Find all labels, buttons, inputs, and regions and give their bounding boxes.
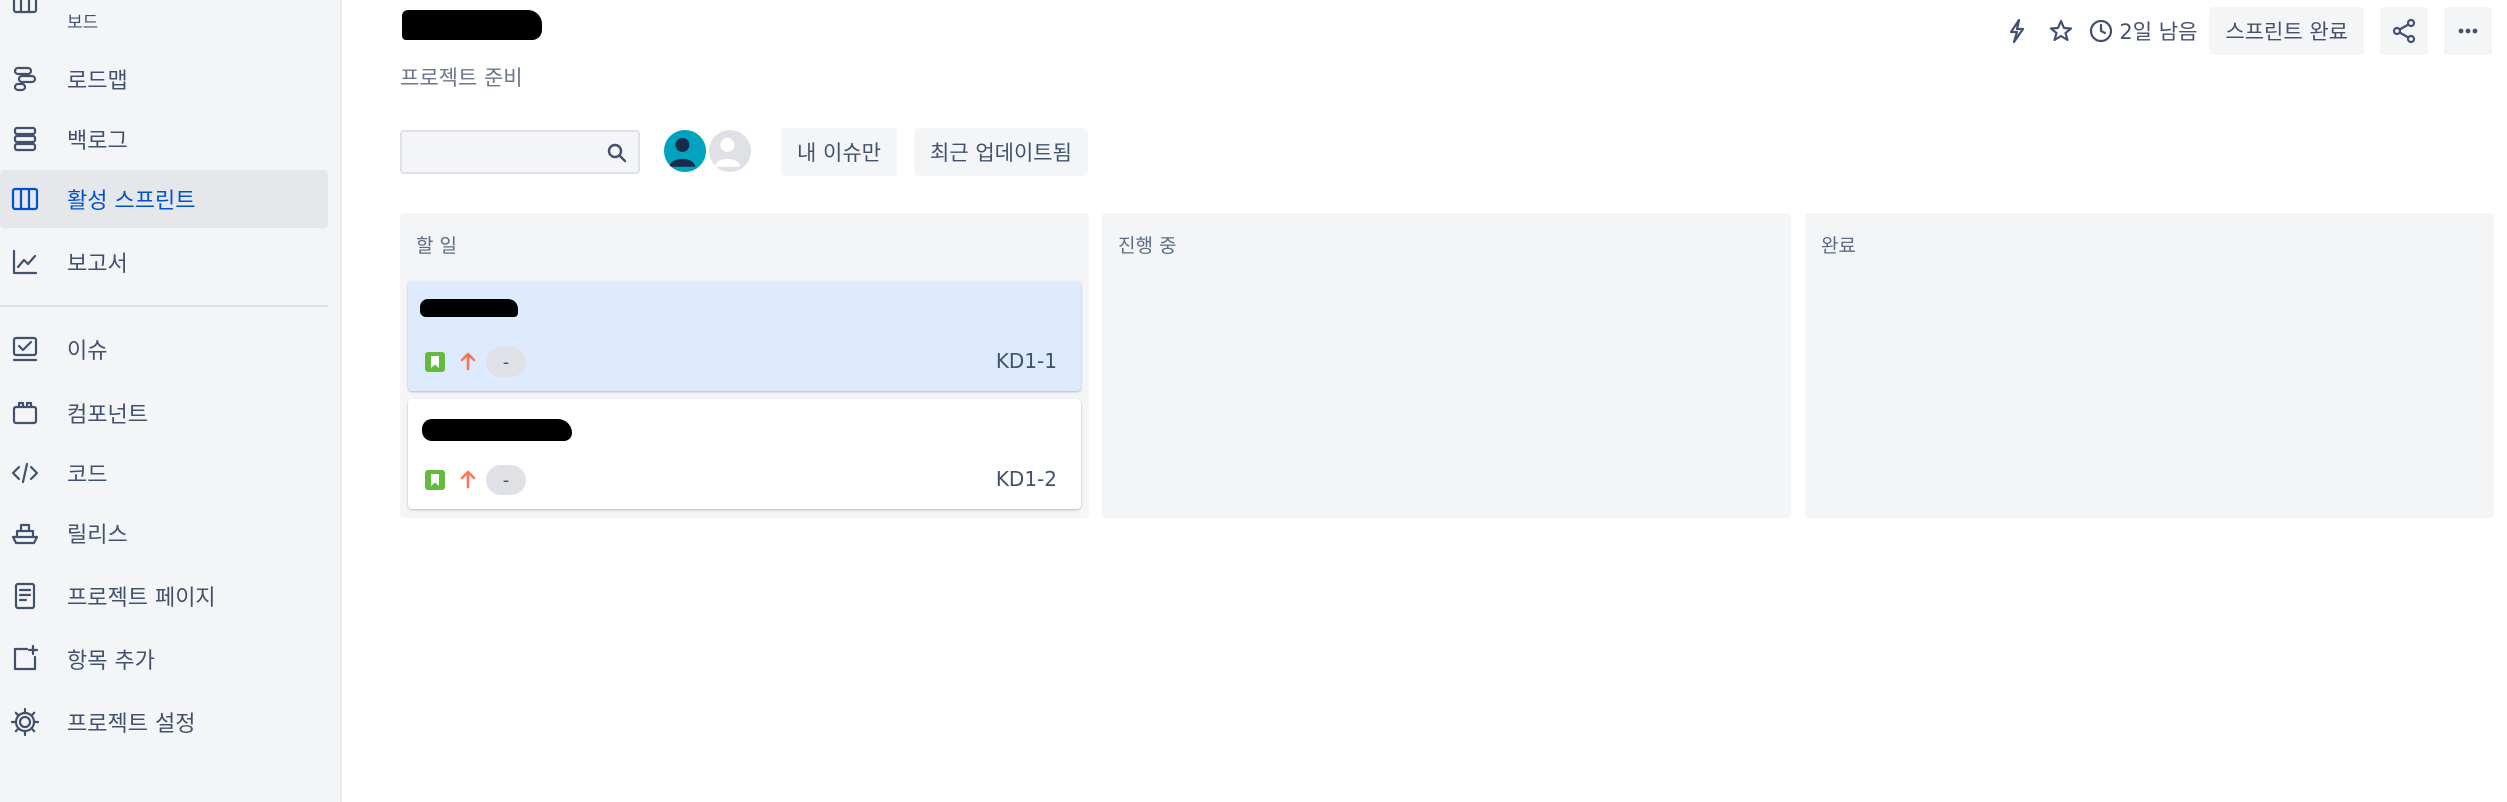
sidebar-item-label: 릴리스 xyxy=(67,523,128,548)
board-column-todo: 할 일 - KD1-1 - KD1-2 xyxy=(400,213,1089,518)
backlog-icon xyxy=(8,122,42,156)
sidebar-item-label: 코드 xyxy=(67,463,108,488)
column-title: 할 일 xyxy=(416,235,457,257)
story-icon xyxy=(425,352,445,372)
sidebar-item-label: 항목 추가 xyxy=(67,649,155,674)
filter-recently-updated-button[interactable]: 최근 업데이트됨 xyxy=(914,128,1088,176)
issues-icon xyxy=(8,332,42,366)
complete-sprint-button[interactable]: 스프린트 완료 xyxy=(2209,7,2364,55)
component-icon xyxy=(8,396,42,430)
sidebar-item-label: 컴포넌트 xyxy=(67,403,148,428)
sidebar-item-project-settings[interactable]: 프로젝트 설정 xyxy=(0,693,328,751)
sidebar-item-code[interactable]: 코드 xyxy=(0,444,328,502)
clock-icon xyxy=(2083,10,2119,52)
sidebar-divider xyxy=(0,305,328,307)
chart-line-icon xyxy=(8,245,42,279)
column-title: 진행 중 xyxy=(1118,235,1177,257)
sidebar: 보드 로드맵 백로그 활성 스프린트 보고서 이슈 컴포넌트 코드 릴리스 프로… xyxy=(0,0,342,802)
priority-high-icon xyxy=(457,467,479,491)
sprint-time-remaining: 2일 남음 xyxy=(2119,20,2198,44)
sidebar-item-label: 프로젝트 설정 xyxy=(67,712,196,737)
board-icon xyxy=(8,0,42,25)
board-column-in-progress: 진행 중 xyxy=(1102,213,1791,518)
star-icon[interactable] xyxy=(2039,10,2083,52)
page-icon xyxy=(8,579,42,613)
search-field xyxy=(400,130,640,174)
story-icon xyxy=(425,470,445,490)
ship-icon xyxy=(8,516,42,550)
issue-summary-redacted xyxy=(420,299,518,317)
avatar-unassigned[interactable] xyxy=(706,127,754,175)
page-title-redacted xyxy=(402,10,542,40)
board-column-done: 완료 xyxy=(1805,213,2494,518)
sidebar-item-label: 백로그 xyxy=(67,129,128,154)
share-button[interactable] xyxy=(2380,7,2428,55)
search-input[interactable] xyxy=(402,132,604,174)
main-content: 프로젝트 준비 2일 남음 스프린트 완료 내 이슈만 최근 업데이트됨 할 일… xyxy=(342,0,2507,802)
header-toolbar: 2일 남음 스프린트 완료 xyxy=(1995,7,2492,55)
more-actions-button[interactable] xyxy=(2444,7,2492,55)
sidebar-item-backlog[interactable]: 백로그 xyxy=(0,110,328,168)
sidebar-item-issues[interactable]: 이슈 xyxy=(0,320,328,378)
share-icon xyxy=(2392,18,2416,44)
issue-card[interactable]: - KD1-1 xyxy=(408,281,1081,391)
chevron-down-icon[interactable] xyxy=(292,0,312,4)
sidebar-item-label: 보고서 xyxy=(67,252,128,277)
automation-lightning-icon[interactable] xyxy=(1995,10,2039,52)
issue-card[interactable]: - KD1-2 xyxy=(408,399,1081,509)
issue-summary-redacted xyxy=(422,419,572,441)
avatar-user-1[interactable] xyxy=(661,127,709,175)
sidebar-item-label: 이슈 xyxy=(67,339,108,364)
gear-icon xyxy=(8,705,42,739)
sidebar-item-board[interactable]: 보드 xyxy=(0,0,328,33)
sidebar-item-project-pages[interactable]: 프로젝트 페이지 xyxy=(0,567,328,625)
board-columns-icon xyxy=(8,182,42,216)
sidebar-item-label: 프로젝트 페이지 xyxy=(67,586,216,611)
search-icon xyxy=(607,143,627,163)
filter-my-issues-button[interactable]: 내 이슈만 xyxy=(781,128,897,176)
roadmap-icon xyxy=(8,62,42,96)
sidebar-item-active-sprint[interactable]: 활성 스프린트 xyxy=(0,170,328,228)
sidebar-item-add-item[interactable]: 항목 추가 xyxy=(0,630,328,688)
sidebar-item-label: 활성 스프린트 xyxy=(67,189,196,214)
code-icon xyxy=(8,456,42,490)
sidebar-item-roadmap[interactable]: 로드맵 xyxy=(0,50,328,108)
story-point-estimate-badge: - xyxy=(486,347,526,377)
ellipsis-icon xyxy=(2458,28,2478,34)
story-point-estimate-badge: - xyxy=(486,465,526,495)
sidebar-item-label: 보드 xyxy=(67,13,99,33)
add-item-icon xyxy=(8,642,42,676)
sidebar-item-label: 로드맵 xyxy=(67,69,128,94)
column-title: 완료 xyxy=(1821,235,1856,257)
sidebar-item-releases[interactable]: 릴리스 xyxy=(0,504,328,562)
issue-key[interactable]: KD1-1 xyxy=(996,349,1057,373)
sidebar-item-components[interactable]: 컴포넌트 xyxy=(0,384,328,442)
priority-high-icon xyxy=(457,349,479,373)
page-subtitle: 프로젝트 준비 xyxy=(400,66,523,90)
issue-key[interactable]: KD1-2 xyxy=(996,467,1057,491)
sidebar-item-reports[interactable]: 보고서 xyxy=(0,233,328,291)
